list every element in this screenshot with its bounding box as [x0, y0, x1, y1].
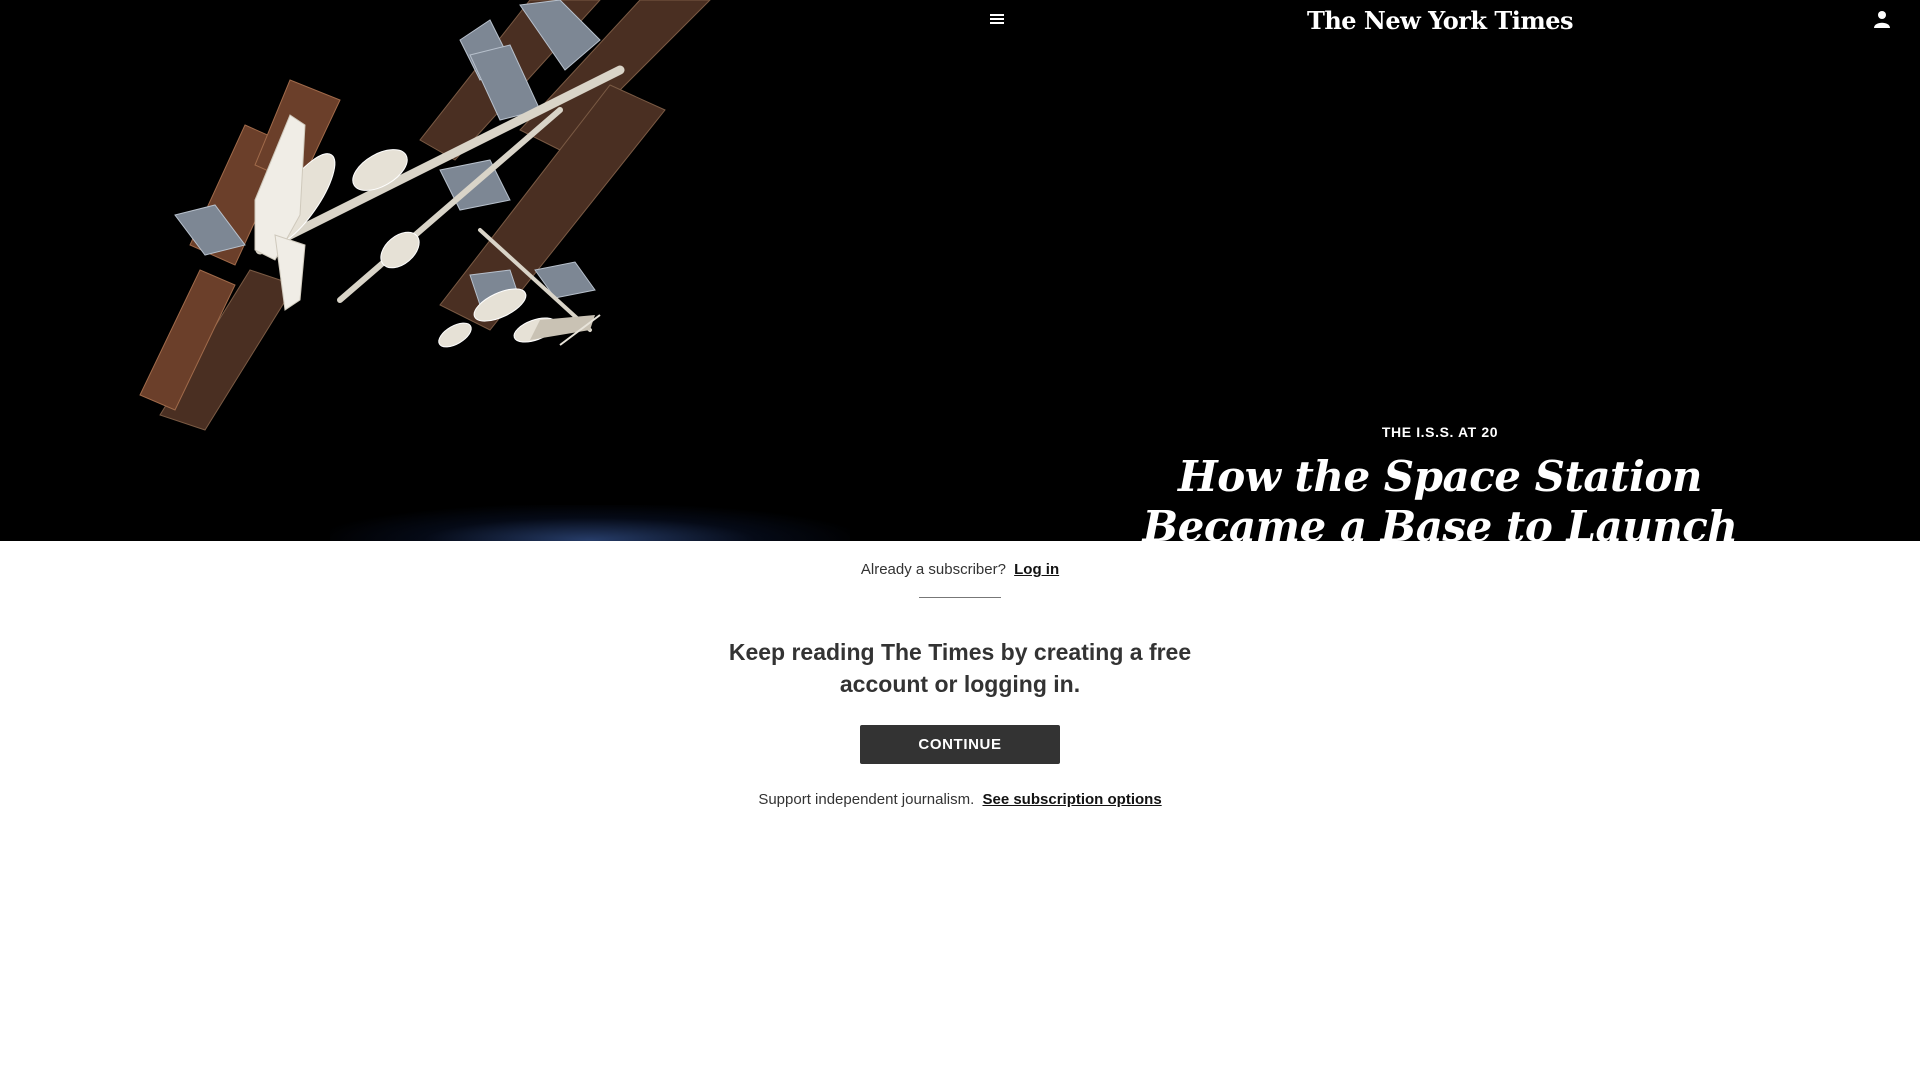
paywall-heading: Keep reading The Times by creating a fre…	[728, 639, 1192, 697]
article-page: The New York Times THE I.S.S. AT 20 How …	[0, 0, 1920, 1080]
article-kicker: THE I.S.S. AT 20	[1381, 424, 1499, 440]
earth-horizon-glow	[330, 505, 850, 541]
user-account-icon[interactable]	[1873, 10, 1891, 28]
hamburger-menu-icon[interactable]	[988, 10, 1006, 28]
hero-section: The New York Times THE I.S.S. AT 20 How …	[0, 0, 1920, 541]
divider	[919, 597, 1001, 598]
support-line: Support independent journalism. See subs…	[0, 791, 1920, 808]
login-link[interactable]: Log in	[1014, 561, 1059, 578]
subscriber-prompt: Already a subscriber?	[860, 561, 1006, 578]
subscriber-login-line: Already a subscriber? Log in	[0, 561, 1920, 578]
space-station-photo	[0, 0, 960, 541]
paywall-panel: Already a subscriber? Log in Keep readin…	[0, 541, 1920, 1080]
article-headline: How the Space Station Became a Base to L…	[1142, 452, 1738, 541]
support-text: Support independent journalism.	[758, 791, 975, 808]
subscription-options-link[interactable]: See subscription options	[982, 791, 1161, 808]
nyt-logo[interactable]: The New York Times	[1300, 4, 1580, 38]
continue-button[interactable]: CONTINUE	[860, 725, 1060, 764]
